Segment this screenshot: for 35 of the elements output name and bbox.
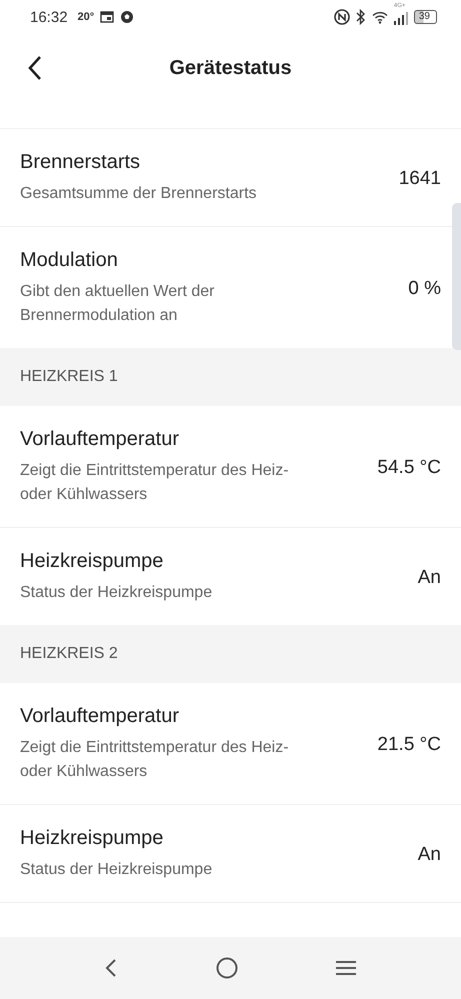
- row-description: Zeigt die Eintrittstemperatur des Heiz- oder Kühlwassers: [20, 461, 290, 505]
- home-icon[interactable]: [216, 957, 238, 979]
- bluetooth-icon: [356, 9, 366, 25]
- row-value: 54.5 °C: [377, 456, 441, 478]
- back-icon[interactable]: [105, 958, 117, 978]
- calendar-icon: [100, 11, 114, 23]
- row-description: Status der Heizkreispumpe: [20, 583, 214, 603]
- page-title: Gerätestatus: [169, 56, 292, 80]
- ball-icon: [120, 10, 134, 24]
- section-header: HEIZKREIS 1: [0, 348, 461, 406]
- row-value: 1641: [398, 168, 441, 190]
- row-title: Modulation: [20, 249, 119, 272]
- battery-indicator: 39: [414, 10, 437, 24]
- menu-icon[interactable]: [336, 960, 356, 976]
- nfc-icon: [334, 9, 350, 25]
- row-description: Gesamtsumme der Brennerstarts: [20, 184, 258, 204]
- row-value: An: [418, 844, 441, 866]
- status-time: 16:32: [30, 8, 68, 26]
- wifi-icon: [372, 10, 388, 24]
- row-value: 0 %: [408, 278, 441, 300]
- row-title: Vorlauftemperatur: [20, 705, 180, 728]
- row-title: Heizkreispumpe: [20, 550, 164, 573]
- row-value: An: [418, 566, 441, 588]
- back-icon[interactable]: [27, 55, 43, 81]
- row-title: Heizkreispumpe: [20, 827, 164, 850]
- row-title: Brennerstarts: [20, 151, 142, 174]
- row-description: Gibt den aktuellen Wert der Brennermodulation an: [20, 282, 216, 326]
- section-header: HEIZKREIS 2: [0, 625, 461, 683]
- row-description: Status der Heizkreispumpe: [20, 860, 214, 880]
- scrollbar[interactable]: [452, 203, 461, 350]
- row-value: 21.5 °C: [377, 734, 441, 756]
- row-description: Zeigt die Eintrittstemperatur des Heiz- oder Kühlwassers: [20, 738, 290, 782]
- row-title: Vorlauftemperatur: [20, 428, 180, 451]
- temperature-reading: 20°: [78, 11, 94, 23]
- signal-icon: [394, 12, 408, 25]
